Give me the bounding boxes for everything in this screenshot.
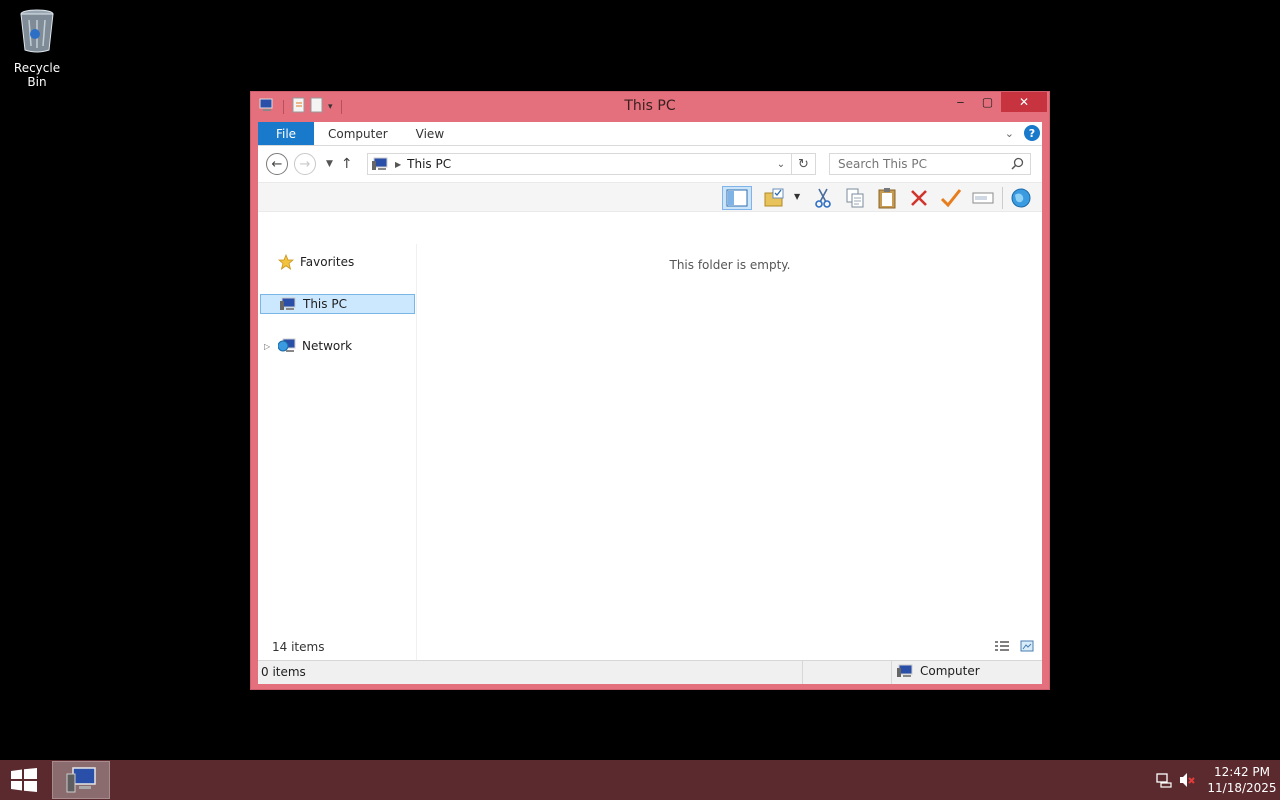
network-status-icon[interactable] — [1152, 772, 1176, 788]
nav-item-label: Network — [302, 339, 353, 353]
windows-logo-icon — [11, 768, 37, 792]
search-icon[interactable] — [1011, 157, 1024, 173]
recent-locations-dropdown[interactable]: ▼ — [326, 159, 333, 169]
taskbar-explorer-button[interactable] — [52, 761, 110, 799]
search-input[interactable] — [838, 157, 998, 171]
recycle-bin-desktop-icon[interactable]: Recycle Bin — [4, 6, 70, 89]
nav-item-this-pc[interactable]: This PC — [260, 294, 415, 314]
command-toolbar: ▼ — [258, 182, 1042, 212]
help-button[interactable]: ? — [1024, 125, 1040, 141]
details-view-icon[interactable] — [994, 640, 1010, 655]
clock-time: 12:42 PM — [1214, 765, 1270, 779]
status-divider — [802, 661, 803, 684]
ribbon-right-controls: ⌄ ? — [1005, 125, 1040, 141]
explorer-window: ▾ This PC ‒ ▢ ✕ File Computer View ⌄ ? ←… — [250, 91, 1050, 690]
status-zone-label: Computer — [920, 664, 980, 678]
toolbar-divider — [1002, 187, 1003, 209]
rename-icon — [972, 192, 994, 204]
nav-item-favorites[interactable]: Favorites — [260, 252, 415, 272]
rename-button[interactable] — [968, 186, 998, 210]
up-button[interactable]: ↑ — [341, 156, 353, 172]
view-switcher — [994, 640, 1034, 655]
forward-button[interactable]: → — [294, 153, 316, 175]
properties-button[interactable] — [936, 186, 966, 210]
folder-check-icon — [764, 188, 784, 207]
breadcrumb-separator-icon[interactable]: ▶ — [395, 160, 401, 169]
recycle-bin-label: Recycle Bin — [13, 61, 61, 89]
copy-icon — [846, 188, 864, 208]
large-icons-view-icon[interactable] — [1020, 640, 1034, 655]
maximize-button[interactable]: ▢ — [974, 92, 1001, 112]
navigation-pane: Favorites This PC ▷ Network — [258, 244, 417, 662]
clipboard-icon — [878, 188, 896, 209]
expand-ribbon-chevron-icon[interactable]: ⌄ — [1005, 127, 1014, 140]
recycle-bin-icon — [20, 9, 54, 53]
taskbar: 12:42 PM 11/18/2025 — [0, 760, 1280, 800]
delete-x-icon — [911, 190, 927, 206]
ribbon-tabs: File Computer View ⌄ ? — [258, 122, 1042, 146]
nav-item-network[interactable]: Network — [260, 336, 415, 356]
minimize-button[interactable]: ‒ — [947, 92, 974, 112]
status-bar: 0 items Computer — [258, 660, 1042, 684]
scissors-icon — [815, 188, 831, 208]
star-icon — [278, 254, 294, 270]
address-history-chevron-icon[interactable]: ⌄ — [771, 159, 791, 170]
title-bar[interactable]: ▾ This PC ‒ ▢ ✕ — [251, 92, 1049, 122]
back-arrow-icon: ← — [271, 156, 283, 172]
tab-view[interactable]: View — [402, 122, 458, 145]
globe-icon — [1011, 188, 1031, 208]
new-folder-dropdown-icon[interactable]: ▼ — [794, 192, 800, 201]
refresh-button[interactable]: ↻ — [791, 154, 815, 174]
item-count: 14 items — [272, 640, 325, 654]
tab-file[interactable]: File — [258, 122, 314, 145]
window-title: This PC — [624, 98, 676, 114]
computer-icon — [66, 767, 96, 793]
computer-icon — [371, 157, 389, 171]
nav-item-label: Favorites — [300, 255, 355, 269]
paste-button[interactable] — [872, 186, 902, 210]
new-folder-button[interactable] — [760, 186, 790, 210]
network-globe-button[interactable] — [1006, 186, 1036, 210]
empty-folder-message: This folder is empty. — [669, 258, 791, 272]
clock-date: 11/18/2025 — [1207, 781, 1277, 795]
search-box[interactable] — [829, 153, 1031, 175]
navigation-bar: ← → ▼ ↑ ▶ This PC ⌄ ↻ — [258, 146, 1042, 182]
close-button[interactable]: ✕ — [1001, 92, 1047, 112]
navigation-pane-button[interactable] — [722, 186, 752, 210]
back-button[interactable]: ← — [266, 153, 288, 175]
copy-button[interactable] — [840, 186, 870, 210]
nav-item-label: This PC — [303, 297, 347, 311]
computer-icon — [279, 297, 297, 311]
system-tray: 12:42 PM 11/18/2025 — [1152, 760, 1280, 800]
tab-computer[interactable]: Computer — [314, 122, 402, 145]
forward-arrow-icon: → — [299, 156, 311, 172]
status-zone: Computer — [896, 664, 980, 678]
delete-button[interactable] — [904, 186, 934, 210]
checkmark-icon — [940, 189, 962, 208]
navigation-pane-icon — [726, 189, 748, 207]
address-bar-controls: ⌄ ↻ — [771, 154, 815, 174]
file-list-area[interactable]: This folder is empty. — [418, 244, 1042, 662]
network-icon — [278, 338, 296, 354]
status-divider — [891, 661, 892, 684]
clock[interactable]: 12:42 PM 11/18/2025 — [1204, 764, 1280, 796]
window-client-area: File Computer View ⌄ ? ← → ▼ ↑ ▶ This PC… — [258, 122, 1042, 684]
cut-button[interactable] — [808, 186, 838, 210]
breadcrumb-this-pc[interactable]: This PC — [407, 157, 451, 171]
volume-muted-icon[interactable] — [1176, 772, 1200, 788]
start-button[interactable] — [10, 768, 38, 795]
address-bar[interactable]: ▶ This PC ⌄ ↻ — [367, 153, 816, 175]
window-controls: ‒ ▢ ✕ — [947, 92, 1047, 112]
computer-icon — [896, 664, 914, 678]
status-selection-count: 0 items — [261, 665, 306, 679]
